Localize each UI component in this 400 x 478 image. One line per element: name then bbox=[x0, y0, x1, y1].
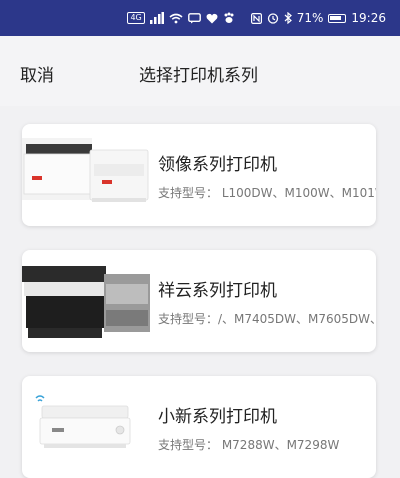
supported-models: 支持型号： L100DW、M100W、M101W bbox=[158, 186, 376, 200]
series-name: 小新系列打印机 bbox=[158, 407, 277, 427]
battery-icon bbox=[328, 13, 347, 23]
series-card-lingxiang[interactable]: 领像系列打印机 支持型号： L100DW、M100W、M101W bbox=[22, 124, 376, 226]
nfc-icon bbox=[250, 12, 262, 24]
series-name: 祥云系列打印机 bbox=[158, 281, 277, 301]
network-indicator: 4G bbox=[127, 12, 145, 24]
bluetooth-icon bbox=[284, 12, 292, 24]
signal-icon bbox=[149, 12, 164, 24]
heart-icon bbox=[206, 13, 218, 23]
printer-image bbox=[35, 395, 131, 448]
wifi-icon bbox=[169, 13, 183, 23]
series-name: 领像系列打印机 bbox=[158, 155, 277, 175]
printer-image bbox=[22, 138, 149, 202]
nav-bar: 取消 选择打印机系列 bbox=[0, 36, 400, 106]
message-icon bbox=[187, 12, 201, 23]
supported-models: 支持型号：/、M7405DW、M7605DW、 bbox=[158, 312, 376, 326]
clock: 19:26 bbox=[351, 11, 386, 25]
paw-icon bbox=[224, 12, 234, 23]
page-title: 选择打印机系列 bbox=[139, 66, 258, 86]
supported-models: 支持型号： M7288W、M7298W bbox=[158, 438, 340, 452]
status-bar: 4G 71% 19:26 bbox=[0, 0, 400, 36]
cancel-button[interactable]: 取消 bbox=[20, 61, 54, 86]
series-card-xiangyun[interactable]: 祥云系列打印机 支持型号：/、M7405DW、M7605DW、 bbox=[22, 250, 376, 352]
printer-image bbox=[22, 266, 150, 338]
alarm-icon bbox=[267, 13, 278, 24]
series-card-xiaoxin[interactable]: 小新系列打印机 支持型号： M7288W、M7298W bbox=[22, 376, 376, 478]
battery-percent: 71% bbox=[296, 11, 324, 25]
